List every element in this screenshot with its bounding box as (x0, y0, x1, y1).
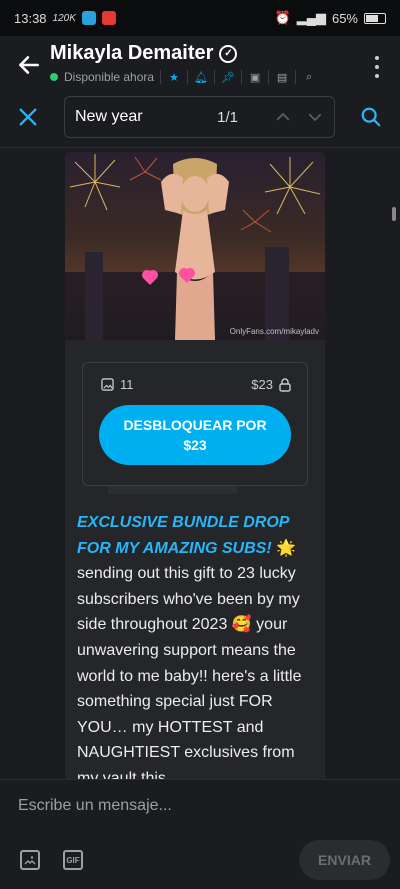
divider (241, 70, 243, 84)
network-speed: 120K (52, 12, 76, 24)
alarm-icon: ⏰ (274, 10, 291, 25)
watermark: OnlyFans.com/mikayladv (229, 327, 319, 336)
pin-icon[interactable]: 📌︎ (221, 70, 235, 84)
message-bubble: OnlyFans.com/mikayladv 11 $23 DESBLOQUEA… (65, 152, 325, 779)
caption-highlight-emoji: 🌟 (276, 539, 297, 557)
caption-highlight: EXCLUSIVE BUNDLE DROP FOR MY AMAZING SUB… (77, 514, 289, 557)
caption-text-2: your unwavering support means the world … (77, 616, 302, 779)
search-small-icon[interactable]: ⌕ (302, 70, 316, 84)
search-input[interactable]: New year 1/1 (64, 96, 335, 138)
send-button[interactable]: ENVIAR (299, 840, 390, 880)
back-arrow-icon[interactable] (16, 52, 42, 78)
message-feed[interactable]: OnlyFans.com/mikayladv 11 $23 DESBLOQUEA… (0, 149, 400, 779)
unlock-label: DESBLOQUEAR POR $23 (123, 417, 267, 453)
chat-search-bar: New year 1/1 (0, 92, 400, 148)
status-bar: 13:38 120K ⏰ ▂▄▆ 65% (0, 0, 400, 36)
message-input[interactable] (18, 792, 378, 820)
divider (214, 70, 216, 84)
price-row: $23 (251, 377, 291, 392)
more-options-icon[interactable] (374, 56, 380, 78)
gif-icon[interactable]: GIF (63, 850, 83, 870)
caption-emoji: 🥰 (231, 616, 252, 634)
post-caption: EXCLUSIVE BUNDLE DROP FOR MY AMAZING SUB… (77, 510, 315, 779)
contact-status: Disponible ahora (64, 70, 155, 84)
divider (268, 70, 270, 84)
fireworks-photo (65, 154, 325, 340)
search-query: New year (75, 108, 143, 125)
stacked-card-edge (108, 486, 238, 494)
price: $23 (251, 377, 273, 392)
contact-status-row: Disponible ahora ★ 🔔︎ 📌︎ ▣ ▤ ⌕ (50, 70, 316, 84)
chevron-up-icon[interactable] (274, 108, 292, 126)
attach-image-icon[interactable] (20, 850, 40, 870)
youtube-icon (101, 11, 116, 25)
signal-icon: ▂▄▆ (296, 10, 326, 25)
image-icon (101, 378, 114, 391)
purchases-icon[interactable]: ▤ (275, 70, 289, 84)
media-count-row: 11 (101, 377, 134, 392)
battery-percent: 65% (331, 10, 358, 26)
chevron-down-icon[interactable] (306, 108, 324, 126)
battery-icon (364, 12, 386, 24)
verified-icon: ✓ (219, 44, 238, 63)
online-indicator (50, 73, 58, 81)
divider (160, 70, 162, 84)
post-preview-image[interactable]: OnlyFans.com/mikayladv (65, 152, 325, 340)
star-icon[interactable]: ★ (167, 70, 181, 84)
lock-icon (279, 377, 291, 392)
gallery-icon[interactable]: ▣ (248, 70, 262, 84)
scrollbar[interactable] (392, 207, 396, 221)
status-time: 13:38 (14, 10, 47, 26)
contact-name: Mikayla Demaiter (50, 42, 214, 64)
bell-icon[interactable]: 🔔︎ (194, 70, 208, 84)
telegram-icon (81, 11, 96, 25)
message-composer: GIF ENVIAR (0, 779, 400, 889)
search-icon[interactable] (360, 106, 382, 128)
unlock-button[interactable]: DESBLOQUEAR POR $23 (99, 405, 291, 465)
divider (187, 70, 189, 84)
search-result-count: 1/1 (217, 108, 238, 126)
media-count: 11 (120, 377, 134, 392)
chat-header: Mikayla Demaiter ✓ Disponible ahora ★ 🔔︎… (0, 36, 400, 92)
locked-media-box: 11 $23 DESBLOQUEAR POR $23 (82, 362, 308, 486)
divider (295, 70, 297, 84)
close-icon[interactable] (17, 106, 39, 128)
contact-name-row[interactable]: Mikayla Demaiter ✓ (50, 42, 238, 65)
